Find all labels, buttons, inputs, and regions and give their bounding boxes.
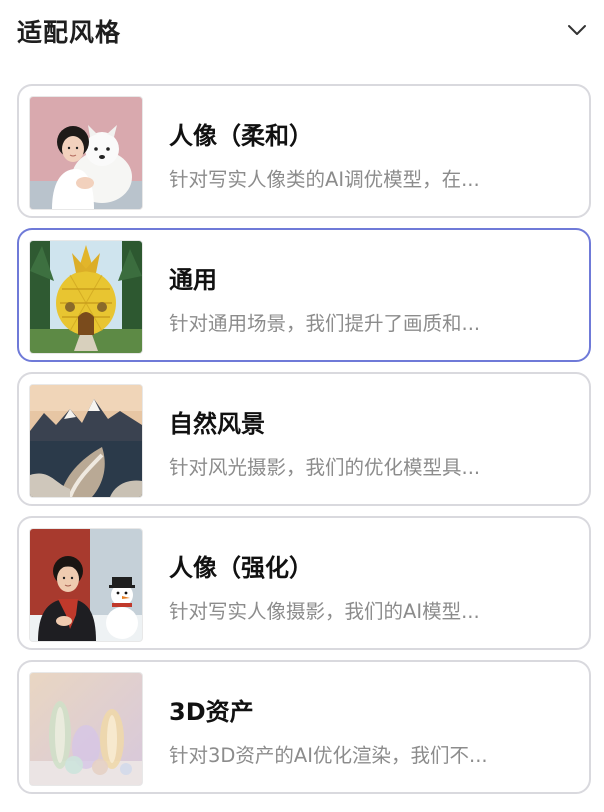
- thumbnail-snowy-mountains: [29, 384, 143, 498]
- style-title: 人像（强化）: [169, 554, 313, 582]
- style-option-landscape[interactable]: 自然风景 针对风光摄影，我们的优化模型具...: [17, 372, 591, 506]
- style-title: 自然风景: [169, 410, 265, 438]
- style-option-3d-assets[interactable]: 3D资产 针对3D资产的AI优化渲染，我们不...: [17, 660, 591, 794]
- style-option-general[interactable]: 通用 针对通用场景，我们提升了画质和...: [17, 228, 591, 362]
- style-title: 人像（柔和）: [169, 122, 313, 150]
- thumbnail-pineapple-house: [29, 240, 143, 354]
- thumbnail-boy-with-snowman: [29, 528, 143, 642]
- style-option-list: 人像（柔和） 针对写实人像类的AI调优模型，在... 通用 针对通用场景，我们提…: [17, 84, 591, 804]
- style-description: 针对写实人像类的AI调优模型，在...: [169, 168, 480, 191]
- style-option-portrait-soft[interactable]: 人像（柔和） 针对写实人像类的AI调优模型，在...: [17, 84, 591, 218]
- style-option-portrait-enhanced[interactable]: 人像（强化） 针对写实人像摄影，我们的AI模型...: [17, 516, 591, 650]
- section-title: 适配风格: [17, 18, 122, 47]
- style-title: 通用: [169, 266, 217, 294]
- thumbnail-glass-objects: [29, 672, 143, 786]
- thumbnail-girl-with-dog: [29, 96, 143, 210]
- style-title: 3D资产: [169, 698, 254, 726]
- style-description: 针对3D资产的AI优化渲染，我们不...: [169, 744, 488, 767]
- chevron-down-icon[interactable]: [565, 18, 589, 42]
- style-description: 针对风光摄影，我们的优化模型具...: [169, 456, 481, 479]
- style-panel: 适配风格 人像（柔和） 针对写实人像类的AI调优模型，在... 通用 针对通用场…: [0, 0, 604, 812]
- style-section-header[interactable]: 适配风格: [17, 0, 591, 60]
- style-description: 针对写实人像摄影，我们的AI模型...: [169, 600, 480, 623]
- style-description: 针对通用场景，我们提升了画质和...: [169, 312, 481, 335]
